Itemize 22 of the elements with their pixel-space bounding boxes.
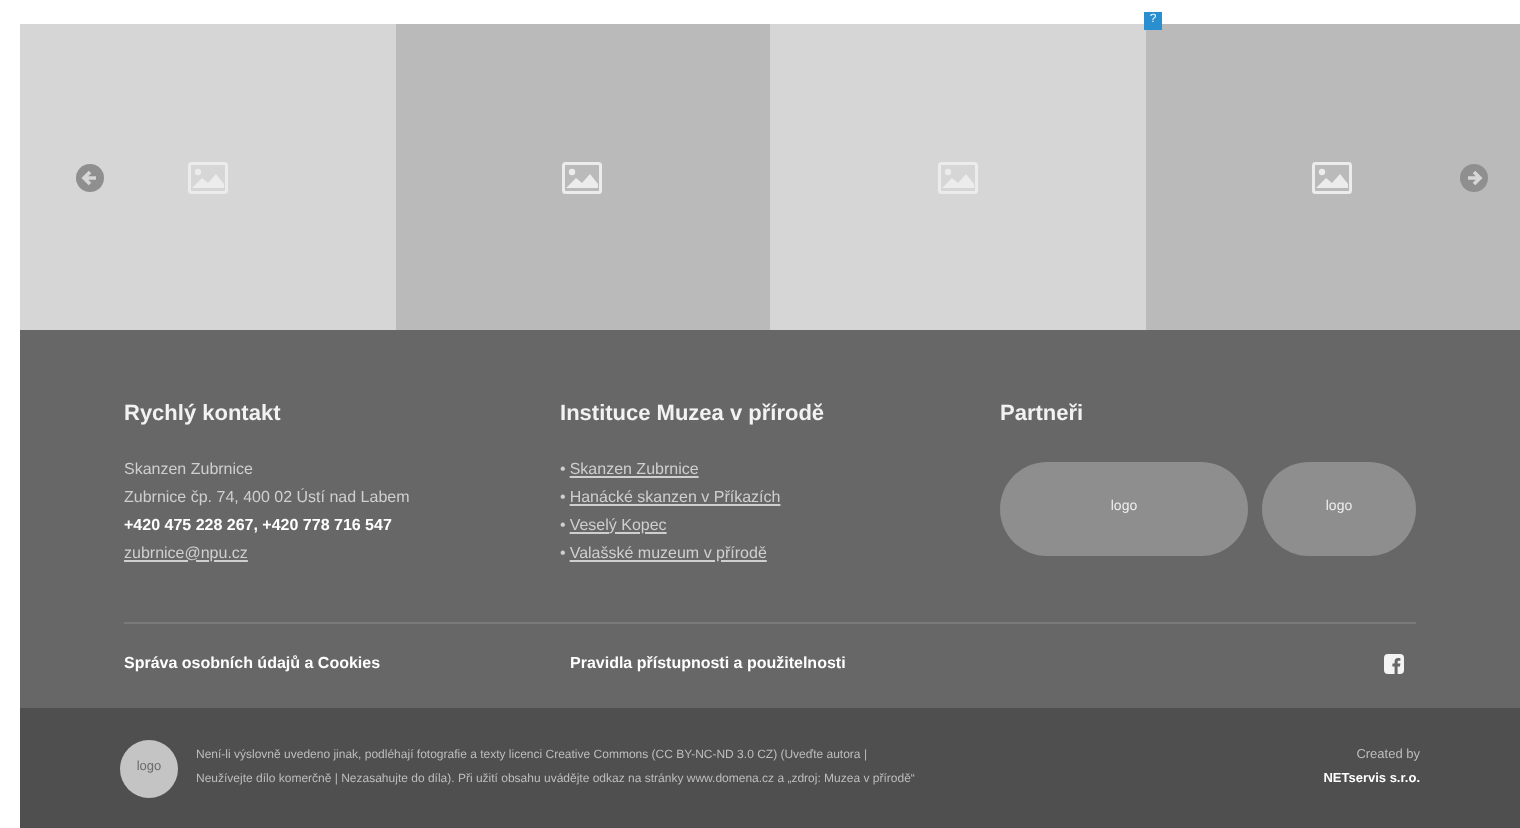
section-heading: Partneři bbox=[1000, 400, 1086, 430]
email-link[interactable]: zubrnice@npu.cz bbox=[124, 539, 248, 567]
institution-link[interactable]: Hanácké skanzen v Příkazích bbox=[569, 483, 781, 511]
image-placeholder-icon bbox=[562, 161, 603, 193]
bullet: • bbox=[560, 541, 566, 565]
arrow-right-icon[interactable] bbox=[1460, 164, 1488, 192]
address-line: Skanzen Zubrnice bbox=[124, 457, 255, 481]
section-heading: Rychlý kontakt bbox=[124, 400, 283, 430]
arrow-left-icon[interactable] bbox=[76, 164, 104, 192]
institution-link[interactable]: Valašské muzeum v přírodě bbox=[569, 539, 767, 567]
institution-link[interactable]: Veselý Kopec bbox=[569, 511, 667, 539]
footer-link[interactable]: Správa osobních údajů a Cookies bbox=[124, 651, 570, 675]
bullet: • bbox=[560, 457, 566, 481]
bullet: • bbox=[560, 513, 566, 537]
address-line: Zubrnice čp. 74, 400 02 Ústí nad Labem bbox=[124, 485, 412, 510]
bullet: • bbox=[560, 485, 566, 509]
institution-link[interactable]: Skanzen Zubrnice bbox=[569, 455, 699, 483]
phone-numbers: +420 475 228 267, +420 778 716 547 bbox=[124, 513, 394, 537]
image-placeholder-icon bbox=[1312, 161, 1353, 193]
section-heading: Instituce Muzea v přírodě bbox=[560, 400, 827, 430]
facebook-icon[interactable] bbox=[1384, 653, 1404, 673]
footer-link[interactable]: Pravidla přístupnosti a použitelnosti bbox=[570, 651, 1016, 675]
